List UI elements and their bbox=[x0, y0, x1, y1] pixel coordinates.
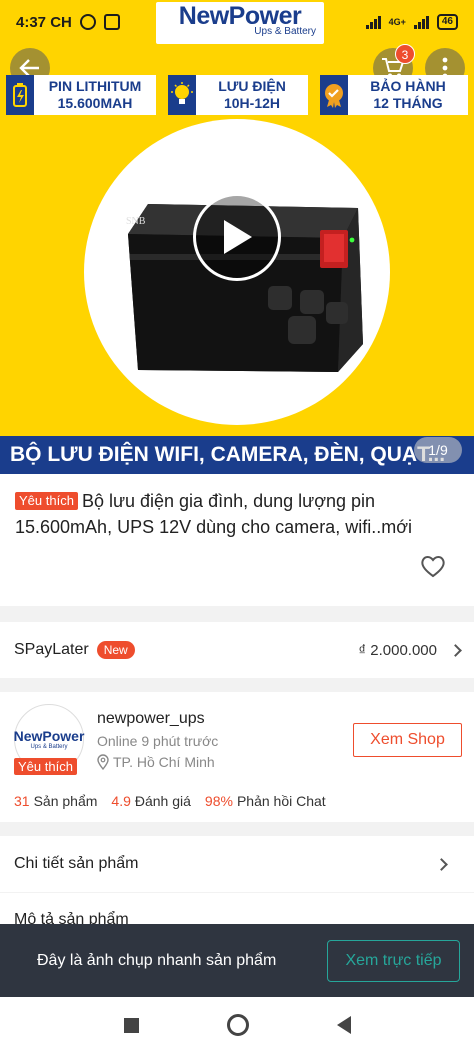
alarm-icon bbox=[79, 14, 96, 30]
paylater-amount: ₫ 2.000.000 bbox=[358, 641, 437, 659]
battery-level: 46 bbox=[436, 14, 458, 30]
favorite-tag: Yêu thích bbox=[15, 492, 78, 510]
product-title-section: Yêu thích Bộ lưu điện gia đình, dung lượn… bbox=[0, 474, 474, 606]
location-pin-icon bbox=[97, 754, 109, 770]
product-banner: BỘ LƯU ĐIỆN WIFI, CAMERA, ĐÈN, QUẠT... bbox=[0, 436, 474, 474]
stat-products: 31 Sản phẩm bbox=[14, 793, 98, 809]
box-label: SNB bbox=[126, 216, 146, 227]
brand-logo: NewPower Ups & Battery bbox=[156, 2, 324, 44]
play-video-button[interactable] bbox=[193, 193, 281, 281]
signal-icon bbox=[365, 15, 381, 29]
stat-chat-response: 98% Phản hồi Chat bbox=[204, 793, 326, 809]
recent-apps-icon[interactable] bbox=[123, 1017, 139, 1033]
shop-location-text: TP. Hồ Chí Minh bbox=[113, 754, 215, 770]
feature-battery-line2: 15.600MAH bbox=[57, 95, 133, 111]
product-details-row[interactable]: Chi tiết sản phẩm bbox=[0, 836, 474, 892]
paylater-row[interactable]: SPayLater New ₫ 2.000.000 bbox=[0, 622, 474, 678]
feature-backup-line1: LƯU ĐIỆN bbox=[218, 78, 286, 94]
warranty-badge-icon bbox=[320, 75, 348, 115]
shop-section: NewPower Ups & Battery Yêu thích newpowe… bbox=[0, 692, 474, 822]
view-live-button[interactable]: Xem trực tiếp bbox=[327, 939, 460, 982]
shop-logo-tagline: Ups & Battery bbox=[30, 744, 68, 750]
status-time: 4:37 CH bbox=[16, 13, 72, 31]
play-icon bbox=[224, 220, 252, 254]
shop-stats: 31 Sản phẩm 4.9 Đánh giá 98% Phản hồi Chat bbox=[14, 793, 326, 809]
chevron-right-icon bbox=[435, 857, 448, 871]
feature-backup-line2: 10H-12H bbox=[223, 95, 281, 111]
feature-battery: PIN LITHITUM 15.600MAH bbox=[6, 75, 156, 115]
system-nav-bar bbox=[0, 997, 474, 1053]
feature-backup: LƯU ĐIỆN 10H-12H bbox=[168, 75, 308, 115]
product-details-label: Chi tiết sản phẩm bbox=[14, 855, 139, 872]
paylater-label: SPayLater bbox=[14, 641, 89, 658]
back-triangle-icon[interactable] bbox=[336, 1016, 351, 1034]
snapshot-message: Đây là ảnh chụp nhanh sản phẩm bbox=[37, 951, 277, 969]
cart-count-badge: 3 bbox=[395, 44, 415, 64]
new-badge: New bbox=[96, 641, 135, 659]
image-counter: 1/9 bbox=[414, 437, 462, 463]
feature-warranty-line2: 12 THÁNG bbox=[373, 95, 443, 111]
home-icon[interactable] bbox=[226, 1014, 249, 1036]
battery-icon bbox=[6, 75, 34, 115]
product-image-gallery[interactable]: 4:37 CH 4G+ 46 NewPower Ups & Battery 3 bbox=[0, 0, 474, 474]
feature-warranty-line1: BẢO HÀNH bbox=[370, 78, 446, 94]
face-icon bbox=[103, 14, 120, 30]
shop-name[interactable]: newpower_ups bbox=[97, 710, 205, 728]
shop-online-status: Online 9 phút trước bbox=[97, 733, 219, 749]
heart-icon[interactable] bbox=[419, 552, 447, 580]
shop-location: TP. Hồ Chí Minh bbox=[97, 754, 215, 770]
chevron-right-icon bbox=[449, 643, 462, 657]
view-shop-button[interactable]: Xem Shop bbox=[353, 723, 462, 757]
feature-warranty: BẢO HÀNH 12 THÁNG bbox=[320, 75, 468, 115]
lightbulb-icon bbox=[168, 75, 196, 115]
product-title: Yêu thích Bộ lưu điện gia đình, dung lượn… bbox=[15, 488, 460, 540]
feature-battery-line1: PIN LITHITUM bbox=[48, 78, 142, 94]
product-snapshot-screen: 4:37 CH 4G+ 46 NewPower Ups & Battery 3 bbox=[0, 0, 474, 1053]
snapshot-notice-bar: Đây là ảnh chụp nhanh sản phẩm Xem trực … bbox=[0, 924, 474, 997]
shop-logo-name: NewPower bbox=[13, 728, 85, 744]
signal-icon-2 bbox=[413, 15, 429, 29]
stat-rating: 4.9 Đánh giá bbox=[111, 793, 191, 809]
shop-favorite-tag: Yêu thích bbox=[14, 758, 77, 775]
network-type: 4G+ bbox=[388, 17, 406, 27]
